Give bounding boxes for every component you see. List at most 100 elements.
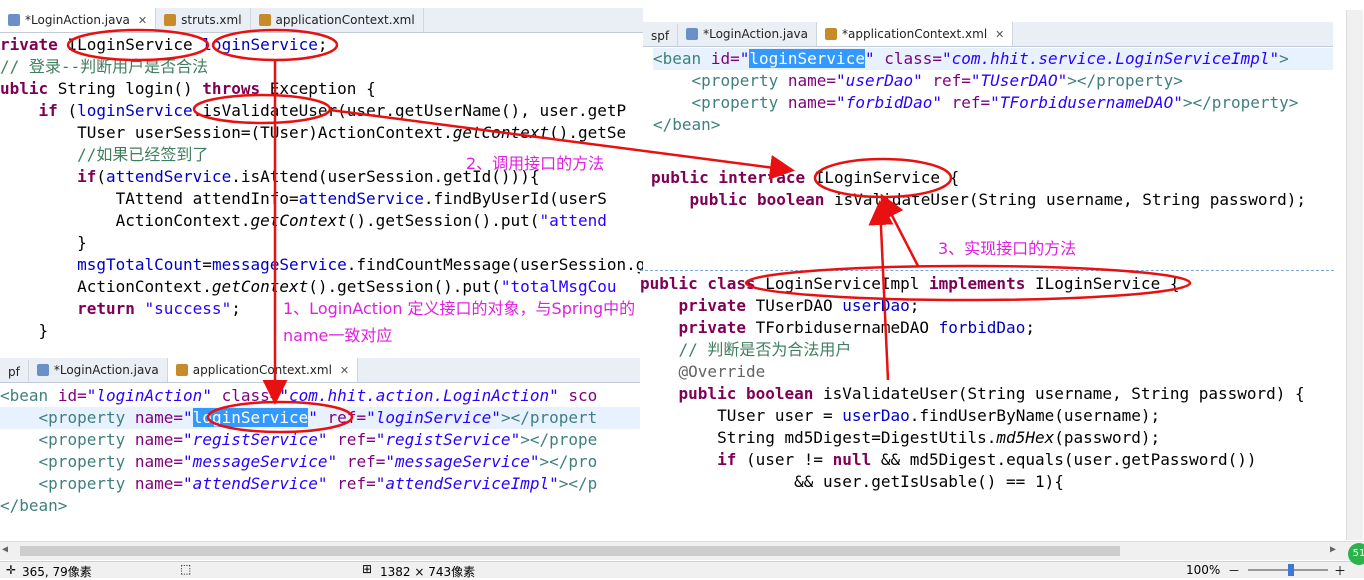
code-token: "forbidDao": [836, 93, 952, 112]
code-token: getContext: [452, 123, 550, 142]
code-line[interactable]: rivate ILoginService loginService;: [0, 34, 643, 56]
interface-editor[interactable]: public interface ILoginService { public …: [643, 145, 1343, 235]
vertical-scrollbar[interactable]: [1346, 10, 1363, 540]
code-token: rivate: [0, 35, 68, 54]
code-token: ;: [909, 296, 920, 315]
editor-tab-label: struts.xml: [181, 13, 242, 27]
code-token: "messageService": [385, 452, 540, 471]
horizontal-scrollbar[interactable]: ◀ ▶: [0, 541, 1364, 560]
code-line[interactable]: msgTotalCount=messageService.findCountMe…: [0, 254, 643, 276]
code-line[interactable]: <property name="attendService" ref="atte…: [0, 473, 640, 495]
code-token: private: [640, 296, 756, 315]
hscroll-thumb[interactable]: [20, 546, 1120, 556]
code-line[interactable]: <bean id="loginService" class="com.hhit.…: [653, 48, 1333, 70]
zoom-slider[interactable]: [1248, 564, 1328, 576]
editor-tab[interactable]: applicationContext.xml: [251, 8, 424, 32]
code-line[interactable]: <property name="messageService" ref="mes…: [0, 451, 640, 473]
code-line[interactable]: <property name="registService" ref="regi…: [0, 429, 640, 451]
code-line[interactable]: if (user != null && md5Digest.equals(use…: [640, 449, 1334, 471]
code-line[interactable]: <property name="userDao" ref="TUserDAO">…: [653, 70, 1333, 92]
editor-tab[interactable]: *LoginAction.java: [29, 358, 168, 382]
code-line[interactable]: }: [0, 232, 643, 254]
java-file-icon: [8, 14, 20, 26]
zoom-out-button[interactable]: －: [1228, 562, 1240, 579]
code-token: ></pro: [539, 452, 598, 471]
login-service-interface-code[interactable]: public interface ILoginService { public …: [651, 167, 1343, 211]
hscroll-right-arrow[interactable]: ▶: [1330, 544, 1336, 555]
zoom-in-button[interactable]: ＋: [1334, 562, 1346, 579]
login-service-bean-xml[interactable]: <bean id="loginService" class="com.hhit.…: [653, 48, 1333, 136]
editor-tab[interactable]: struts.xml: [156, 8, 251, 32]
code-line[interactable]: TUser user = userDao.findUserByName(user…: [640, 405, 1334, 427]
close-icon[interactable]: ✕: [340, 364, 349, 377]
code-line[interactable]: private TUserDAO userDao;: [640, 295, 1334, 317]
login-action-bean-xml[interactable]: <bean id="loginAction" class="com.hhit.a…: [0, 385, 640, 517]
code-line[interactable]: TUser userSession=(TUser)ActionContext.g…: [0, 122, 643, 144]
code-line[interactable]: <property name="forbidDao" ref="TForbidu…: [653, 92, 1333, 114]
editor-tab[interactable]: pf: [0, 360, 29, 382]
zoom-slider-thumb[interactable]: [1288, 564, 1294, 576]
code-line[interactable]: ActionContext.getContext().getSession().…: [0, 210, 643, 232]
code-token: name=: [134, 452, 184, 471]
code-token: LoginServiceImpl: [765, 274, 929, 293]
code-line[interactable]: <bean id="loginAction" class="com.hhit.a…: [0, 385, 640, 407]
code-line[interactable]: ublic String login() throws Exception {: [0, 78, 643, 100]
code-line[interactable]: TAttend attendInfo=attendService.findByU…: [0, 188, 643, 210]
selection-icon: ⬚: [180, 562, 192, 576]
code-token: >: [710, 115, 721, 134]
code-line[interactable]: </bean>: [0, 495, 640, 517]
code-line[interactable]: private TForbidusernameDAO forbidDao;: [640, 317, 1334, 339]
annotation-note-3: 3、实现接口的方法: [938, 239, 1077, 258]
code-token: ": [864, 49, 885, 68]
code-token: .isValidateUser(user.getUserName(), user…: [192, 101, 627, 120]
close-icon[interactable]: ✕: [995, 28, 1004, 41]
code-line[interactable]: @Override: [640, 361, 1334, 383]
code-token: "attendService": [183, 474, 338, 493]
close-icon[interactable]: ✕: [138, 14, 147, 27]
code-token: implements: [929, 274, 1035, 293]
code-token: attendService: [298, 189, 424, 208]
code-token: ref=: [327, 408, 367, 427]
code-line[interactable]: // 登录--判断用户是否合法: [0, 56, 643, 78]
code-line[interactable]: public class LoginServiceImpl implements…: [640, 273, 1334, 295]
cursor-position-icon: ✛: [6, 563, 17, 577]
code-token: bean: [672, 115, 711, 134]
code-token: ref=: [337, 430, 376, 449]
code-line[interactable]: public boolean isValidateUser(String use…: [651, 189, 1343, 211]
code-token: ().getSession().put(: [346, 211, 540, 230]
code-token: getContext: [250, 211, 347, 230]
code-token: "TForbidusernameDAO": [990, 93, 1183, 112]
code-line[interactable]: // 判断是否为合法用户: [640, 339, 1334, 361]
bottom-left-xml-editor[interactable]: pf *LoginAction.java applicationContext.xm…: [0, 358, 640, 538]
code-line[interactable]: public boolean isValidateUser(String use…: [640, 383, 1334, 405]
editor-tab[interactable]: spf: [643, 24, 679, 46]
code-token: return: [0, 299, 145, 318]
hscroll-left-arrow[interactable]: ◀: [2, 544, 8, 555]
editor-tab[interactable]: *LoginAction.java: [678, 22, 818, 46]
editor-tab[interactable]: *applicationContext.xml ✕: [817, 22, 1014, 46]
code-line[interactable]: && user.getIsUsable() == 1){: [640, 471, 1334, 493]
code-token: String login(): [57, 79, 203, 98]
code-token: id=: [710, 49, 740, 68]
editor-tab[interactable]: *LoginAction.java ✕: [0, 8, 157, 32]
right-xml-editor[interactable]: spf *LoginAction.java *applicationContext.…: [643, 22, 1333, 140]
code-token: </: [0, 496, 20, 515]
annotation-note-2: 2、调用接口的方法: [466, 154, 605, 173]
code-token: class=: [221, 386, 280, 405]
zoom-level: 100%: [1186, 563, 1221, 577]
code-line[interactable]: String md5Digest=DigestUtils.md5Hex(pass…: [640, 427, 1334, 449]
code-token: property: [48, 474, 135, 493]
code-token: ;: [231, 299, 241, 318]
impl-editor[interactable]: public class LoginServiceImpl implements…: [640, 270, 1334, 541]
code-token: bean: [9, 386, 58, 405]
code-line[interactable]: <property name="loginService" ref="login…: [0, 407, 640, 429]
code-line[interactable]: if (loginService.isValidateUser(user.get…: [0, 100, 643, 122]
code-line[interactable]: public interface ILoginService {: [651, 167, 1343, 189]
code-token: ": [183, 408, 193, 427]
code-token: msgTotalCount: [77, 255, 203, 274]
code-token: (: [96, 167, 106, 186]
login-service-impl-code[interactable]: public class LoginServiceImpl implements…: [640, 273, 1334, 493]
code-line[interactable]: </bean>: [653, 114, 1333, 136]
code-token: bean: [662, 49, 711, 68]
editor-tab[interactable]: applicationContext.xml ✕: [167, 358, 359, 382]
